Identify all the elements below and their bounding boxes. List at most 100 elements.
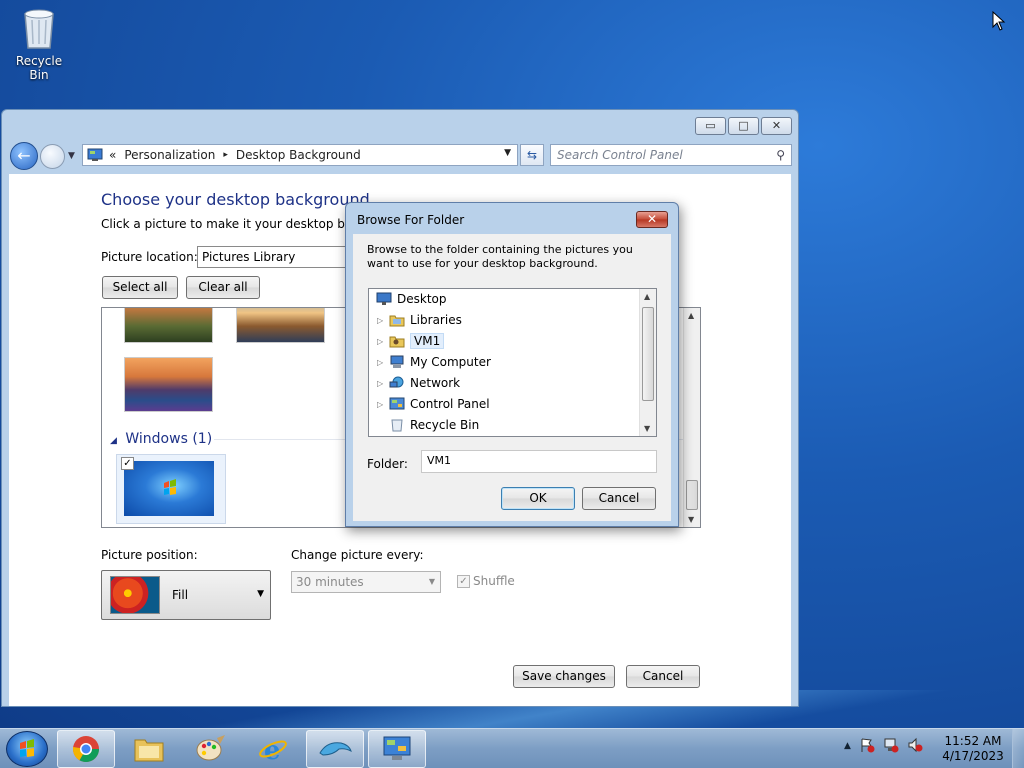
- expand-icon[interactable]: ▷: [377, 337, 387, 346]
- picture-location-label: Picture location:: [101, 250, 198, 264]
- shuffle-checkbox[interactable]: ✓ Shuffle: [457, 574, 515, 588]
- taskbar-paint[interactable]: [182, 730, 240, 768]
- shuffle-check-icon[interactable]: ✓: [457, 574, 470, 588]
- maximize-button[interactable]: □: [728, 117, 759, 135]
- group-header-windows[interactable]: ◢ Windows (1): [110, 431, 212, 447]
- folder-label: Folder:: [367, 457, 408, 471]
- picture-position-select[interactable]: Fill ▼: [101, 570, 271, 620]
- tree-item-label: My Computer: [410, 355, 491, 369]
- taskbar-clock[interactable]: 11:52 AM 4/17/2023: [940, 734, 1006, 764]
- start-button[interactable]: [6, 731, 48, 767]
- recycle-bin-icon: [391, 419, 403, 432]
- refresh-button[interactable]: ⇆: [520, 144, 544, 166]
- back-button[interactable]: ←: [10, 142, 38, 170]
- tree-item-desktop[interactable]: Desktop: [374, 289, 447, 309]
- search-input[interactable]: Search Control Panel ⚲: [550, 144, 792, 166]
- page-subtitle: Click a picture to make it your desktop …: [101, 217, 347, 231]
- search-placeholder: Search Control Panel: [557, 148, 683, 162]
- clear-all-button[interactable]: Clear all: [186, 276, 260, 299]
- control-panel-icon: [389, 397, 405, 410]
- scrollbar-thumb[interactable]: [686, 480, 698, 510]
- breadcrumb-desktop-background[interactable]: Desktop Background: [236, 148, 361, 162]
- tree-item-vm1[interactable]: ▷ VM1: [377, 331, 445, 351]
- tree-item-label: Network: [410, 376, 461, 390]
- tree-item-label: Libraries: [410, 313, 462, 327]
- cancel-button[interactable]: Cancel: [626, 665, 700, 688]
- action-center-flag-icon[interactable]: [859, 737, 875, 753]
- network-icon: [389, 376, 404, 388]
- tree-item-label: Desktop: [397, 292, 447, 306]
- ok-button[interactable]: OK: [501, 487, 575, 510]
- recycle-bin-icon: [20, 6, 58, 50]
- scrollbar-thumb[interactable]: [642, 307, 654, 401]
- libraries-icon: [389, 315, 405, 327]
- close-button[interactable]: ✕: [761, 117, 792, 135]
- window-caption-buttons: ▭ □ ✕: [695, 117, 792, 135]
- gallery-scrollbar[interactable]: ▲ ▼: [683, 308, 700, 527]
- search-icon[interactable]: ⚲: [776, 148, 785, 162]
- scroll-up-icon[interactable]: ▲: [644, 292, 650, 301]
- tree-item-control-panel[interactable]: ▷ Control Panel: [377, 394, 490, 414]
- tree-item-my-computer[interactable]: ▷ My Computer: [377, 352, 491, 372]
- taskbar-explorer[interactable]: [120, 730, 178, 768]
- dialog-close-button[interactable]: ✕: [636, 211, 668, 228]
- change-picture-label: Change picture every:: [291, 548, 424, 562]
- group-title: Windows (1): [125, 431, 213, 447]
- picture-position-value: Fill: [172, 588, 189, 602]
- taskbar-internet-explorer[interactable]: e: [244, 730, 302, 768]
- breadcrumb-separator-icon[interactable]: ▸: [223, 150, 228, 160]
- palette-icon: [196, 735, 225, 761]
- computer-icon: [390, 355, 404, 368]
- dropdown-arrow-icon: ▼: [428, 577, 435, 586]
- desktop-icon-label: Recycle Bin: [15, 54, 63, 82]
- address-prefix[interactable]: «: [109, 148, 116, 162]
- navigation-bar: ← ▼ « Personalization ▸ Desktop Backgrou…: [10, 142, 792, 170]
- tree-item-network[interactable]: ▷ Network: [377, 373, 460, 393]
- folder-input[interactable]: VM1: [421, 450, 657, 473]
- expand-icon[interactable]: ▷: [377, 358, 387, 367]
- wallpaper-thumbnail[interactable]: [124, 308, 213, 343]
- address-dropdown-icon[interactable]: ▼: [504, 148, 511, 158]
- windows-logo-image: [124, 461, 214, 516]
- address-bar[interactable]: « Personalization ▸ Desktop Background ▼: [82, 144, 518, 166]
- tree-item-libraries[interactable]: ▷ Libraries: [377, 310, 462, 330]
- page-title: Choose your desktop background: [101, 190, 370, 209]
- taskbar-control-panel[interactable]: [368, 730, 426, 768]
- windows-logo-icon: [20, 739, 34, 757]
- breadcrumb-personalization[interactable]: Personalization: [124, 148, 215, 162]
- scroll-up-icon[interactable]: ▲: [688, 311, 694, 320]
- tree-scrollbar[interactable]: ▲ ▼: [639, 289, 656, 436]
- wallpaper-checkbox[interactable]: ✓: [121, 457, 134, 470]
- show-hidden-icons-icon[interactable]: ▲: [844, 741, 851, 753]
- ie-icon: e: [259, 736, 287, 764]
- group-collapse-icon[interactable]: ◢: [110, 436, 117, 446]
- save-changes-button[interactable]: Save changes: [513, 665, 615, 688]
- wallpaper-thumbnail[interactable]: [236, 308, 325, 343]
- taskbar-dolphin[interactable]: [306, 730, 364, 768]
- expand-icon[interactable]: ▷: [377, 379, 387, 388]
- select-all-button[interactable]: Select all: [102, 276, 178, 299]
- dolphin-icon: [319, 742, 352, 756]
- desktop-icon-recycle-bin[interactable]: Recycle Bin: [6, 6, 72, 82]
- forward-button[interactable]: [40, 144, 65, 169]
- scroll-down-icon[interactable]: ▼: [688, 515, 694, 524]
- expand-icon[interactable]: ▷: [377, 400, 387, 409]
- folder-tree[interactable]: Desktop ▷ Libraries ▷ VM1 ▷ My Computer …: [368, 288, 657, 437]
- tree-item-recycle-bin[interactable]: Recycle Bin: [387, 415, 479, 435]
- tree-item-label: Control Panel: [410, 397, 490, 411]
- taskbar-chrome[interactable]: [57, 730, 115, 768]
- picture-location-select[interactable]: Pictures Library: [197, 246, 347, 268]
- dialog-cancel-button[interactable]: Cancel: [582, 487, 656, 510]
- volume-muted-icon[interactable]: [907, 737, 923, 753]
- network-status-icon[interactable]: [883, 737, 899, 753]
- dialog-title: Browse For Folder: [357, 213, 465, 227]
- change-interval-select[interactable]: 30 minutes ▼: [291, 571, 441, 593]
- wallpaper-thumbnail-windows[interactable]: ✓: [116, 454, 226, 524]
- minimize-button[interactable]: ▭: [695, 117, 726, 135]
- recent-pages-dropdown[interactable]: ▼: [68, 151, 75, 161]
- show-desktop-button[interactable]: [1012, 729, 1024, 768]
- wallpaper-thumbnail[interactable]: [124, 357, 213, 412]
- browse-for-folder-dialog: Browse For Folder ✕ Browse to the folder…: [345, 202, 679, 527]
- expand-icon[interactable]: ▷: [377, 316, 387, 325]
- scroll-down-icon[interactable]: ▼: [644, 424, 650, 433]
